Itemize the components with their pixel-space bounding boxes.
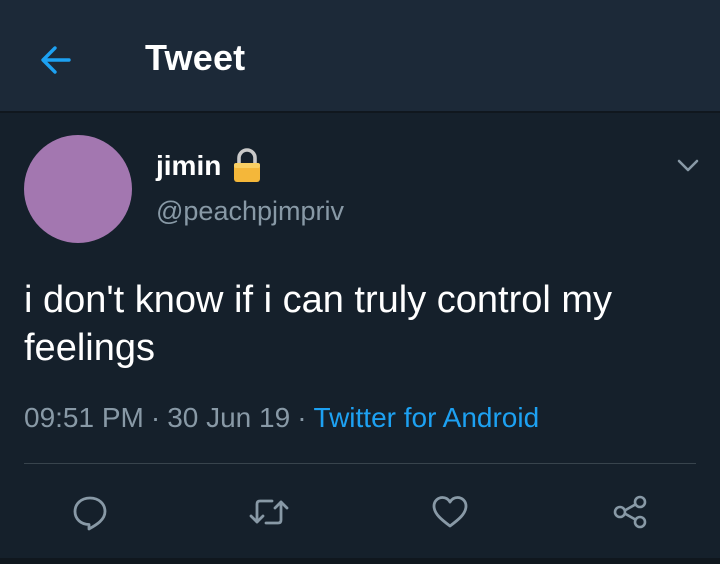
chevron-down-icon [677, 159, 699, 172]
reply-button[interactable] [68, 490, 112, 534]
lock-icon [234, 148, 261, 182]
separator: · [297, 402, 307, 433]
share-button[interactable] [608, 490, 652, 534]
tweet-source-link[interactable]: Twitter for Android [314, 402, 540, 433]
author-display-name[interactable]: jimin [156, 150, 221, 182]
arrow-left-icon [41, 46, 71, 74]
separator: · [150, 402, 161, 433]
divider [0, 558, 720, 564]
like-button[interactable] [428, 490, 472, 534]
tweet-time: 09:51 PM [24, 402, 144, 433]
heart-icon [432, 496, 468, 528]
page-title: Tweet [145, 37, 246, 78]
top-app-bar: Tweet [0, 0, 720, 113]
retweet-button[interactable] [247, 490, 291, 534]
tweet-menu-button[interactable] [671, 150, 705, 180]
retweet-icon [249, 499, 289, 525]
divider [24, 463, 696, 464]
back-button[interactable] [36, 40, 76, 80]
author-name-row[interactable]: jimin [156, 146, 263, 186]
tweet-metadata: 09:51 PM · 30 Jun 19 · Twitter for Android [24, 402, 539, 434]
author-handle[interactable]: @peachpjmpriv [156, 196, 344, 227]
avatar[interactable] [24, 135, 132, 243]
tweet-detail-screen: Tweet jimin @peachpjmpriv i don't know i… [0, 0, 720, 564]
comment-icon [73, 496, 107, 531]
tweet-date: 30 Jun 19 [167, 402, 291, 433]
share-icon [613, 495, 647, 529]
tweet-text: i don't know if i can truly control my f… [24, 279, 613, 369]
